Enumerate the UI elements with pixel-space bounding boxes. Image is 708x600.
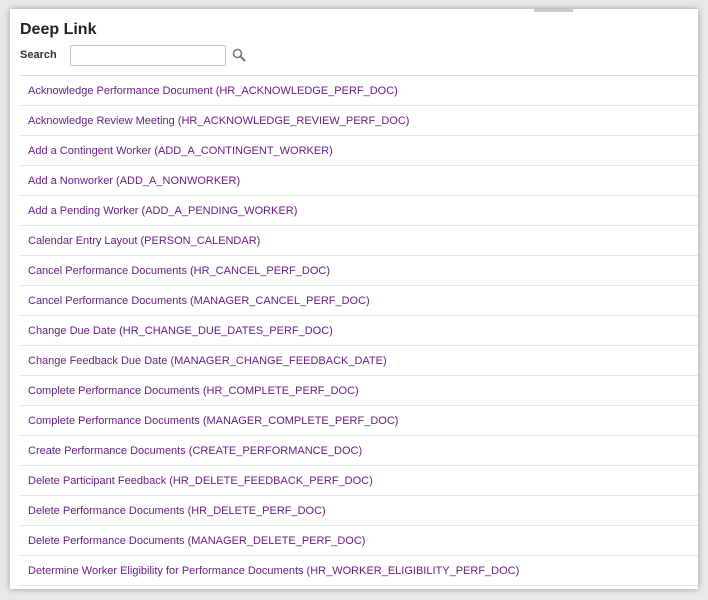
- list-item: Add a Nonworker (ADD_A_NONWORKER): [20, 166, 698, 196]
- list-item: Create Performance Documents (CREATE_PER…: [20, 436, 698, 466]
- list-item: Complete Performance Documents (HR_COMPL…: [20, 376, 698, 406]
- deep-link[interactable]: Cancel Performance Documents (HR_CANCEL_…: [28, 265, 330, 277]
- deep-link[interactable]: Complete Performance Documents (HR_COMPL…: [28, 385, 359, 397]
- deep-link[interactable]: Delete Performance Documents (MANAGER_DE…: [28, 535, 365, 547]
- list-item: Determine Worker Eligibility for Perform…: [20, 556, 698, 586]
- deep-link-list: Acknowledge Performance Document (HR_ACK…: [20, 75, 698, 586]
- deep-link[interactable]: Cancel Performance Documents (MANAGER_CA…: [28, 295, 370, 307]
- deep-link[interactable]: Delete Performance Documents (HR_DELETE_…: [28, 505, 326, 517]
- list-item: Complete Performance Documents (MANAGER_…: [20, 406, 698, 436]
- top-tab-indicator: [534, 9, 573, 12]
- list-item: Delete Performance Documents (MANAGER_DE…: [20, 526, 698, 556]
- list-item: Change Due Date (HR_CHANGE_DUE_DATES_PER…: [20, 316, 698, 346]
- deep-link[interactable]: Change Feedback Due Date (MANAGER_CHANGE…: [28, 355, 387, 367]
- deep-link[interactable]: Add a Pending Worker (ADD_A_PENDING_WORK…: [28, 205, 297, 217]
- list-item: Change Feedback Due Date (MANAGER_CHANGE…: [20, 346, 698, 376]
- deep-link[interactable]: Change Due Date (HR_CHANGE_DUE_DATES_PER…: [28, 325, 333, 337]
- search-row: Search: [20, 43, 246, 67]
- deep-link[interactable]: Acknowledge Performance Document (HR_ACK…: [28, 85, 398, 97]
- list-item: Add a Pending Worker (ADD_A_PENDING_WORK…: [20, 196, 698, 226]
- list-item: Delete Participant Feedback (HR_DELETE_F…: [20, 466, 698, 496]
- list-item: Acknowledge Performance Document (HR_ACK…: [20, 76, 698, 106]
- search-icon[interactable]: [232, 48, 246, 62]
- list-item: Acknowledge Review Meeting (HR_ACKNOWLED…: [20, 106, 698, 136]
- deep-link-panel: Deep Link Search Acknowledge Performance…: [10, 9, 698, 589]
- deep-link[interactable]: Add a Contingent Worker (ADD_A_CONTINGEN…: [28, 145, 333, 157]
- deep-link[interactable]: Complete Performance Documents (MANAGER_…: [28, 415, 398, 427]
- deep-link[interactable]: Calendar Entry Layout (PERSON_CALENDAR): [28, 235, 260, 247]
- search-input[interactable]: [69, 44, 226, 66]
- deep-link[interactable]: Determine Worker Eligibility for Perform…: [28, 565, 519, 577]
- page-title: Deep Link: [20, 21, 97, 38]
- deep-link[interactable]: Add a Nonworker (ADD_A_NONWORKER): [28, 175, 240, 187]
- list-item: Cancel Performance Documents (HR_CANCEL_…: [20, 256, 698, 286]
- search-label: Search: [20, 49, 57, 61]
- list-item: Calendar Entry Layout (PERSON_CALENDAR): [20, 226, 698, 256]
- deep-link[interactable]: Delete Participant Feedback (HR_DELETE_F…: [28, 475, 373, 487]
- list-item: Delete Performance Documents (HR_DELETE_…: [20, 496, 698, 526]
- list-item: Add a Contingent Worker (ADD_A_CONTINGEN…: [20, 136, 698, 166]
- deep-link[interactable]: Create Performance Documents (CREATE_PER…: [28, 445, 362, 457]
- list-item: Cancel Performance Documents (MANAGER_CA…: [20, 286, 698, 316]
- deep-link[interactable]: Acknowledge Review Meeting (HR_ACKNOWLED…: [28, 115, 409, 127]
